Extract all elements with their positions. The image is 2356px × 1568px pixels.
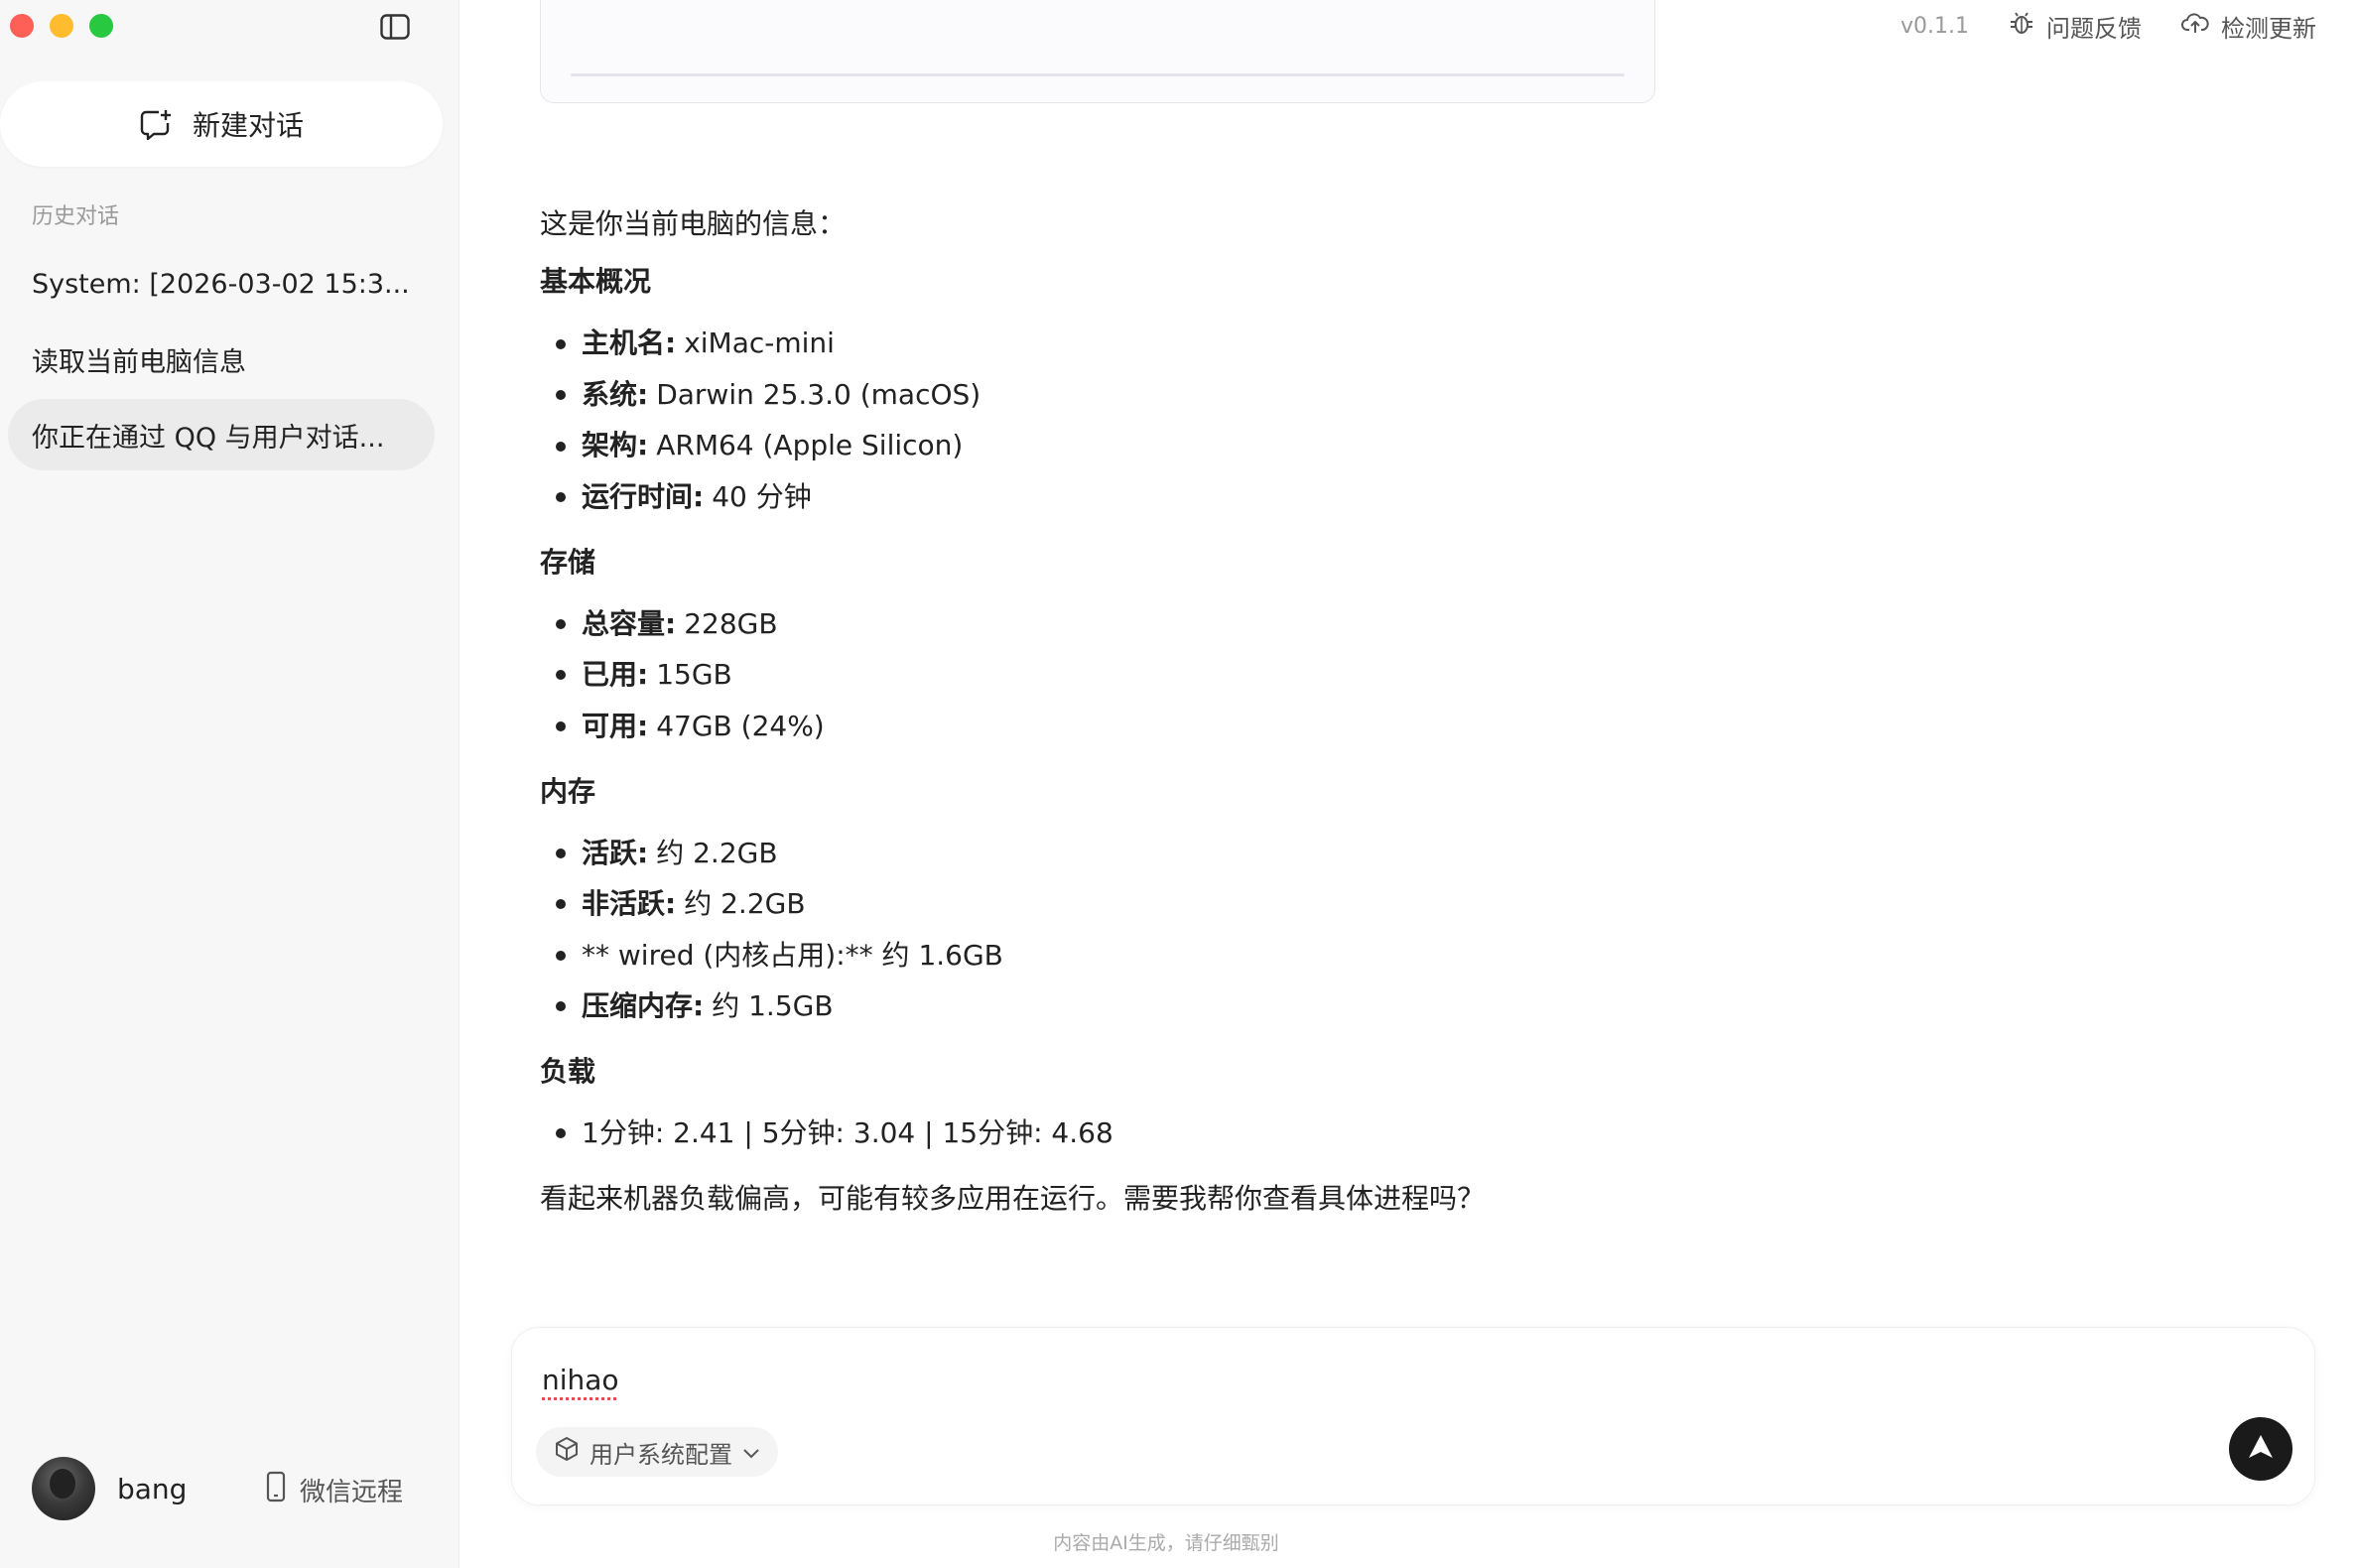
list-item: 系统: Darwin 25.3.0 (macOS) (540, 369, 1929, 421)
chat-main: v0.1.1 问题反馈 检测更新 这是你当前电脑的信息： 基本概况 主机名: x… (459, 0, 2356, 1568)
list-item: 已用: 15GB (540, 650, 1929, 702)
window-controls (10, 14, 113, 38)
feedback-button[interactable]: 问题反馈 (2009, 9, 2142, 44)
list-item: 运行时间: 40 分钟 (540, 471, 1929, 523)
section-title: 基本概况 (540, 265, 652, 299)
history-list: System: [2026-03-02 15:3... 读取当前电脑信息 你正在… (8, 248, 435, 474)
wechat-remote-button[interactable]: 微信远程 (266, 1471, 403, 1509)
feedback-label: 问题反馈 (2046, 14, 2142, 43)
list-item: 1分钟: 2.41 | 5分钟: 3.04 | 15分钟: 4.68 (540, 1108, 1929, 1159)
top-bar: v0.1.1 问题反馈 检测更新 (1900, 0, 2356, 52)
history-item[interactable]: 读取当前电脑信息 (8, 324, 435, 395)
list-item: 架构: ARM64 (Apple Silicon) (540, 421, 1929, 472)
list-item: 压缩内存: 约 1.5GB (540, 981, 1929, 1033)
phone-icon (266, 1471, 286, 1509)
cloud-upload-icon (2181, 11, 2209, 41)
section-title: 负载 (540, 1055, 596, 1089)
info-list: 总容量: 228GB 已用: 15GB 可用: 47GB (24%) (540, 598, 1929, 752)
message-closing: 看起来机器负载偏高，可能有较多应用在运行。需要我帮你查看具体进程吗？ (540, 1181, 1486, 1215)
info-list: 主机名: xiMac-mini 系统: Darwin 25.3.0 (macOS) … (540, 319, 1929, 523)
history-item[interactable]: System: [2026-03-02 15:3... (8, 248, 435, 320)
minimize-window-button[interactable] (50, 14, 73, 38)
sidebar: 新建对话 历史对话 System: [2026-03-02 15:3... 读取… (0, 0, 459, 1568)
app-window: 新建对话 历史对话 System: [2026-03-02 15:3... 读取… (0, 0, 2356, 1568)
send-icon (2246, 1432, 2276, 1466)
list-item: ** wired (内核占用):** 约 1.6GB (540, 930, 1929, 981)
info-list: 活跃: 约 2.2GB 非活跃: 约 2.2GB ** wired (内核占用):*… (540, 828, 1929, 1032)
new-chat-button[interactable]: 新建对话 (0, 81, 443, 167)
section-title: 存储 (540, 545, 596, 579)
message-input[interactable]: nihao (542, 1364, 619, 1396)
list-item: 非活跃: 约 2.2GB (540, 879, 1929, 931)
code-block (540, 0, 1655, 103)
mode-label: 用户系统配置 (589, 1440, 732, 1469)
list-item: 活跃: 约 2.2GB (540, 828, 1929, 879)
chevron-down-icon (742, 1438, 760, 1466)
close-window-button[interactable] (10, 14, 34, 38)
assistant-message: 这是你当前电脑的信息： 基本概况 主机名: xiMac-mini 系统: Darwi… (540, 206, 1929, 1239)
wechat-remote-label: 微信远程 (300, 1478, 404, 1507)
composer[interactable]: nihao 用户系统配置 (511, 1327, 2315, 1505)
cube-icon (554, 1436, 580, 1468)
user-name: bang (117, 1472, 188, 1505)
history-item-active[interactable]: 你正在通过 QQ 与用户对话... (8, 399, 435, 470)
list-item: 主机名: xiMac-mini (540, 319, 1929, 370)
version-label: v0.1.1 (1900, 13, 1969, 39)
sidebar-toggle-icon[interactable] (379, 12, 411, 42)
message-intro: 这是你当前电脑的信息： (540, 207, 847, 240)
history-title: 历史对话 (32, 204, 120, 229)
new-chat-icon (139, 108, 173, 140)
check-update-button[interactable]: 检测更新 (2181, 9, 2316, 44)
section-title: 内存 (540, 774, 596, 808)
list-item: 总容量: 228GB (540, 598, 1929, 650)
user-profile[interactable]: bang (32, 1457, 187, 1520)
check-update-label: 检测更新 (2221, 14, 2316, 43)
mode-selector[interactable]: 用户系统配置 (536, 1427, 778, 1477)
send-button[interactable] (2229, 1417, 2292, 1481)
bug-icon (2009, 10, 2034, 42)
new-chat-label: 新建对话 (192, 109, 304, 142)
zoom-window-button[interactable] (89, 14, 113, 38)
avatar (32, 1457, 95, 1520)
ai-disclaimer: 内容由AI生成，请仔细甄别 (1053, 1532, 1279, 1554)
info-list: 1分钟: 2.41 | 5分钟: 3.04 | 15分钟: 4.68 (540, 1108, 1929, 1159)
list-item: 可用: 47GB (24%) (540, 701, 1929, 752)
